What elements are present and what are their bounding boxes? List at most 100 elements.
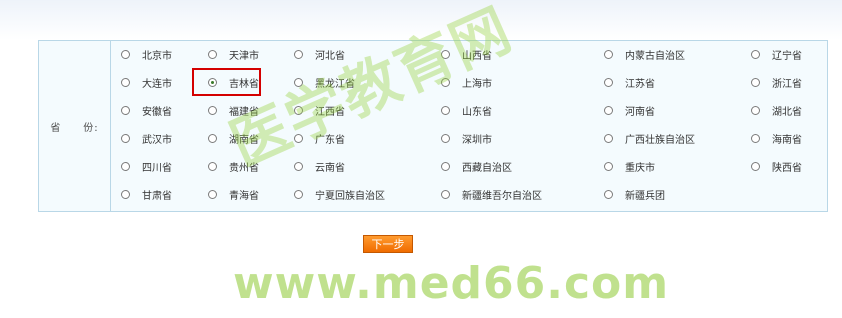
province-option[interactable]: 海南省 [751,130,802,146]
province-option[interactable]: 黑龙江省 [294,74,355,90]
radio-button[interactable] [441,105,450,115]
province-option[interactable]: 新疆维吾尔自治区 [441,186,542,202]
province-option[interactable]: 云南省 [294,158,345,174]
province-option-label: 贵州省 [229,162,259,174]
province-option[interactable]: 贵州省 [208,158,259,174]
province-option-label: 山东省 [462,106,492,118]
next-step-button[interactable]: 下一步 [363,235,413,253]
radio-button[interactable] [208,77,217,87]
province-option-label: 广西壮族自治区 [625,134,695,146]
province-option[interactable]: 青海省 [208,186,259,202]
province-option-label: 云南省 [315,162,345,174]
radio-button[interactable] [441,161,450,171]
province-option[interactable]: 安徽省 [121,102,172,118]
province-option[interactable]: 浙江省 [751,74,802,90]
radio-button[interactable] [604,77,613,87]
province-option-label: 浙江省 [772,78,802,90]
province-option-label: 江西省 [315,106,345,118]
radio-button[interactable] [604,105,613,115]
province-option[interactable]: 武汉市 [121,130,172,146]
province-option[interactable]: 辽宁省 [751,46,802,62]
province-option-label: 西藏自治区 [462,162,512,174]
province-option[interactable]: 福建省 [208,102,259,118]
radio-button[interactable] [208,105,217,115]
radio-button[interactable] [294,105,303,115]
province-option[interactable]: 西藏自治区 [441,158,512,174]
province-option[interactable]: 四川省 [121,158,172,174]
province-options: 北京市 天津市 河北省 山西省 内蒙古自治区 辽宁省大连市 吉林省 黑龙江省 上海市 江苏省 浙江省… [111,41,827,211]
province-option-label: 上海市 [462,78,492,90]
province-option[interactable]: 重庆市 [604,158,655,174]
radio-button[interactable] [294,49,303,59]
province-option[interactable]: 大连市 [121,74,172,90]
province-option[interactable]: 湖北省 [751,102,802,118]
radio-button[interactable] [208,189,217,199]
radio-button[interactable] [294,161,303,171]
province-option[interactable]: 甘肃省 [121,186,172,202]
radio-button[interactable] [208,49,217,59]
province-option-label: 山西省 [462,50,492,62]
province-option-label: 湖北省 [772,106,802,118]
province-option[interactable]: 深圳市 [441,130,492,146]
province-option-label: 陕西省 [772,162,802,174]
province-option-label: 新疆兵团 [625,190,665,202]
province-option-label: 北京市 [142,50,172,62]
radio-button[interactable] [604,49,613,59]
province-option[interactable]: 内蒙古自治区 [604,46,685,62]
radio-button[interactable] [604,189,613,199]
radio-button[interactable] [294,133,303,143]
radio-button[interactable] [441,77,450,87]
radio-button[interactable] [121,161,130,171]
province-option[interactable]: 陕西省 [751,158,802,174]
province-option[interactable]: 河南省 [604,102,655,118]
province-option-label: 湖南省 [229,134,259,146]
radio-button[interactable] [294,77,303,87]
province-option-label: 安徽省 [142,106,172,118]
province-option[interactable]: 江西省 [294,102,345,118]
radio-button[interactable] [441,133,450,143]
radio-button[interactable] [751,161,760,171]
radio-button[interactable] [751,77,760,87]
province-option[interactable]: 河北省 [294,46,345,62]
radio-button[interactable] [294,189,303,199]
radio-button[interactable] [121,189,130,199]
province-option-label: 大连市 [142,78,172,90]
radio-button[interactable] [441,189,450,199]
province-option-label: 海南省 [772,134,802,146]
province-option-label: 深圳市 [462,134,492,146]
radio-button[interactable] [208,133,217,143]
province-option[interactable]: 天津市 [208,46,259,62]
radio-button[interactable] [441,49,450,59]
province-selection-panel: 省 份: 北京市 天津市 河北省 山西省 内蒙古自治区 辽宁省 大连市 吉林省 黑龙江省 上海市江… [38,40,828,212]
radio-button[interactable] [751,133,760,143]
province-option[interactable]: 北京市 [121,46,172,62]
province-option[interactable]: 山东省 [441,102,492,118]
province-option-label: 河北省 [315,50,345,62]
radio-button[interactable] [751,105,760,115]
province-option[interactable]: 吉林省 [208,74,259,90]
province-option-label: 吉林省 [229,78,259,90]
radio-button[interactable] [121,105,130,115]
province-option-label: 新疆维吾尔自治区 [462,190,542,202]
province-option[interactable]: 广西壮族自治区 [604,130,695,146]
radio-button[interactable] [121,133,130,143]
province-option[interactable]: 山西省 [441,46,492,62]
province-label-cell: 省 份: [39,41,111,211]
radio-button[interactable] [751,49,760,59]
province-option[interactable]: 广东省 [294,130,345,146]
radio-button[interactable] [121,77,130,87]
radio-button[interactable] [604,161,613,171]
province-option-label: 黑龙江省 [315,78,355,90]
radio-button[interactable] [604,133,613,143]
radio-button[interactable] [121,49,130,59]
province-option-label: 宁夏回族自治区 [315,190,385,202]
province-option[interactable]: 宁夏回族自治区 [294,186,385,202]
province-option-label: 四川省 [142,162,172,174]
radio-button[interactable] [208,161,217,171]
province-option[interactable]: 上海市 [441,74,492,90]
province-option[interactable]: 湖南省 [208,130,259,146]
province-option[interactable]: 新疆兵团 [604,186,665,202]
province-option[interactable]: 江苏省 [604,74,655,90]
province-option-label: 内蒙古自治区 [625,50,685,62]
province-option-label: 河南省 [625,106,655,118]
